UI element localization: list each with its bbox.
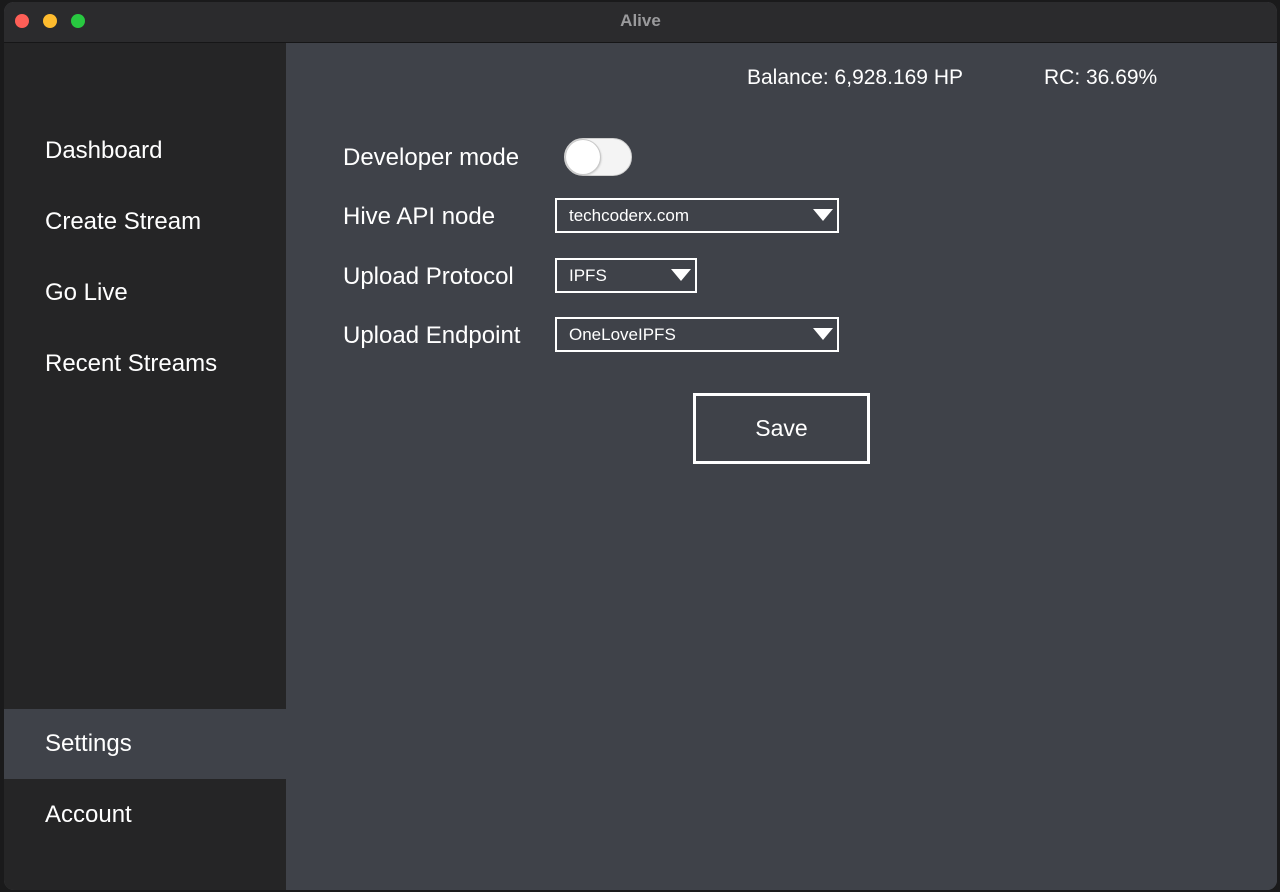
upload-protocol-label: Upload Protocol xyxy=(343,263,514,290)
settings-panel: Balance: 6,928.169 HP RC: 36.69% Develop… xyxy=(286,43,1277,890)
upload-endpoint-select[interactable]: OneLoveIPFS xyxy=(555,317,839,352)
window-title: Alive xyxy=(620,11,661,30)
upload-protocol-value: IPFS xyxy=(569,266,607,285)
rc-readout: RC: 36.69% xyxy=(1044,66,1158,89)
sidebar-item-go-live[interactable]: Go Live xyxy=(4,258,286,328)
toggle-knob xyxy=(566,140,600,174)
sidebar-item-create-stream[interactable]: Create Stream xyxy=(4,187,286,257)
sidebar-item-account[interactable]: Account xyxy=(4,780,286,850)
developer-mode-label: Developer mode xyxy=(343,144,520,171)
sidebar: Dashboard Create Stream Go Live Recent S… xyxy=(4,43,286,890)
chevron-down-icon xyxy=(813,209,833,221)
title-bar: Alive xyxy=(4,2,1277,43)
balance-readout: Balance: 6,928.169 HP xyxy=(747,66,963,89)
upload-endpoint-value: OneLoveIPFS xyxy=(569,325,676,344)
chevron-down-icon xyxy=(813,328,833,340)
upload-endpoint-label: Upload Endpoint xyxy=(343,322,521,349)
developer-mode-toggle[interactable] xyxy=(564,138,632,176)
app-window: Alive Dashboard Create Stream Go Live Re… xyxy=(4,2,1277,890)
hive-api-node-select[interactable]: techcoderx.com xyxy=(555,198,839,233)
upload-protocol-select[interactable]: IPFS xyxy=(555,258,697,293)
chevron-down-icon xyxy=(671,269,691,281)
save-button[interactable]: Save xyxy=(693,393,870,464)
sidebar-item-settings[interactable]: Settings xyxy=(4,709,286,779)
hive-api-node-label: Hive API node xyxy=(343,203,496,230)
hive-api-node-value: techcoderx.com xyxy=(569,206,689,225)
sidebar-item-recent-streams[interactable]: Recent Streams xyxy=(4,329,286,399)
sidebar-item-dashboard[interactable]: Dashboard xyxy=(4,116,286,186)
